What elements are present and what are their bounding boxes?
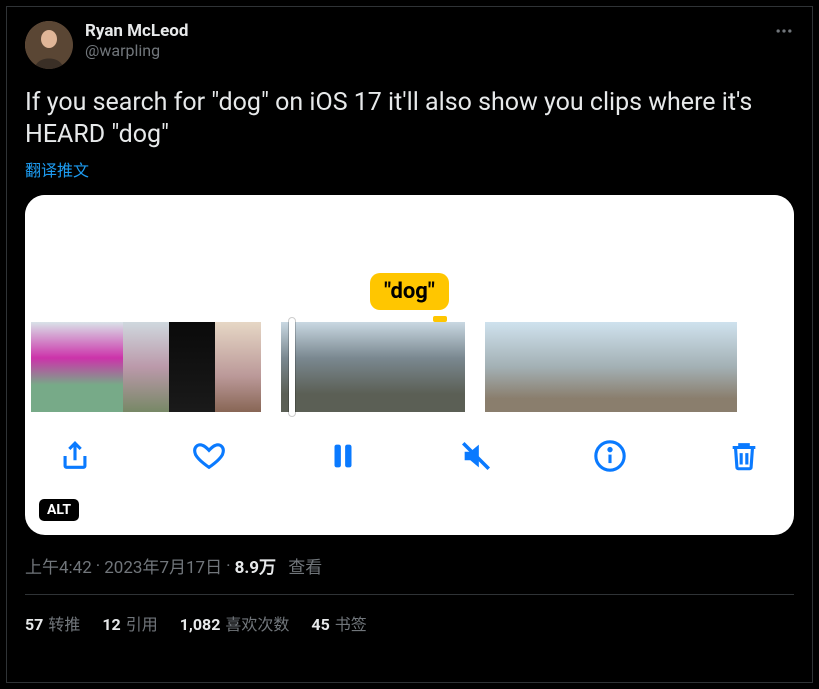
trash-icon[interactable] bbox=[724, 436, 764, 476]
tweet-time[interactable]: 上午4:42 bbox=[25, 553, 92, 578]
info-icon[interactable] bbox=[590, 436, 630, 476]
share-icon[interactable] bbox=[55, 436, 95, 476]
clip-frame bbox=[123, 322, 169, 412]
retweets-stat[interactable]: 57 转推 bbox=[25, 611, 80, 635]
clip-group[interactable] bbox=[31, 322, 261, 412]
tweet-text: If you search for "dog" on iOS 17 it'll … bbox=[25, 87, 794, 151]
quotes-stat[interactable]: 12 引用 bbox=[102, 611, 157, 635]
bookmarks-stat[interactable]: 45 书签 bbox=[311, 611, 366, 635]
playhead[interactable] bbox=[289, 318, 295, 416]
clip-frame bbox=[611, 322, 653, 412]
likes-stat[interactable]: 1,082 喜欢次数 bbox=[180, 611, 290, 635]
search-token-wrap: "dog" bbox=[25, 273, 794, 310]
video-filmstrip[interactable] bbox=[25, 322, 794, 412]
clip-frame bbox=[327, 322, 373, 412]
alt-badge[interactable]: ALT bbox=[39, 499, 79, 521]
clip-frame bbox=[77, 322, 123, 412]
avatar[interactable] bbox=[25, 21, 73, 69]
clip-frame bbox=[215, 322, 261, 412]
clip-frame bbox=[281, 322, 327, 412]
clip-frame bbox=[419, 322, 465, 412]
views-label: 查看 bbox=[288, 553, 322, 578]
media-attachment[interactable]: "dog" bbox=[25, 195, 794, 535]
stats-row: 57 转推 12 引用 1,082 喜欢次数 45 书签 bbox=[25, 595, 794, 635]
clip-frame bbox=[653, 322, 695, 412]
translate-link[interactable]: 翻译推文 bbox=[25, 157, 89, 181]
views-count: 8.9万 bbox=[235, 553, 276, 578]
tweet-date[interactable]: 2023年7月17日 bbox=[104, 553, 222, 578]
timestamp-row: 上午4:42 · 2023年7月17日 · 8.9万 查看 bbox=[25, 553, 794, 578]
clip-frame bbox=[31, 322, 77, 412]
mute-icon[interactable] bbox=[456, 436, 496, 476]
media-toolbar bbox=[25, 412, 794, 476]
tweet-container: Ryan McLeod @warpling If you search for … bbox=[6, 6, 813, 683]
user-handle[interactable]: @warpling bbox=[85, 41, 188, 60]
media-top-spacer bbox=[25, 195, 794, 281]
clip-frame bbox=[169, 322, 215, 412]
more-menu-button[interactable] bbox=[774, 21, 794, 45]
clip-frame bbox=[569, 322, 611, 412]
clip-frame bbox=[373, 322, 419, 412]
clip-frame bbox=[527, 322, 569, 412]
clip-frame bbox=[485, 322, 527, 412]
display-name[interactable]: Ryan McLeod bbox=[85, 21, 188, 41]
user-info: Ryan McLeod @warpling bbox=[85, 21, 188, 61]
search-token-badge: "dog" bbox=[370, 273, 449, 310]
tweet-header: Ryan McLeod @warpling bbox=[25, 21, 794, 69]
pause-icon[interactable] bbox=[323, 436, 363, 476]
heart-icon[interactable] bbox=[189, 436, 229, 476]
clip-group[interactable] bbox=[281, 322, 465, 412]
clip-frame bbox=[695, 322, 737, 412]
clip-group[interactable] bbox=[485, 322, 737, 412]
